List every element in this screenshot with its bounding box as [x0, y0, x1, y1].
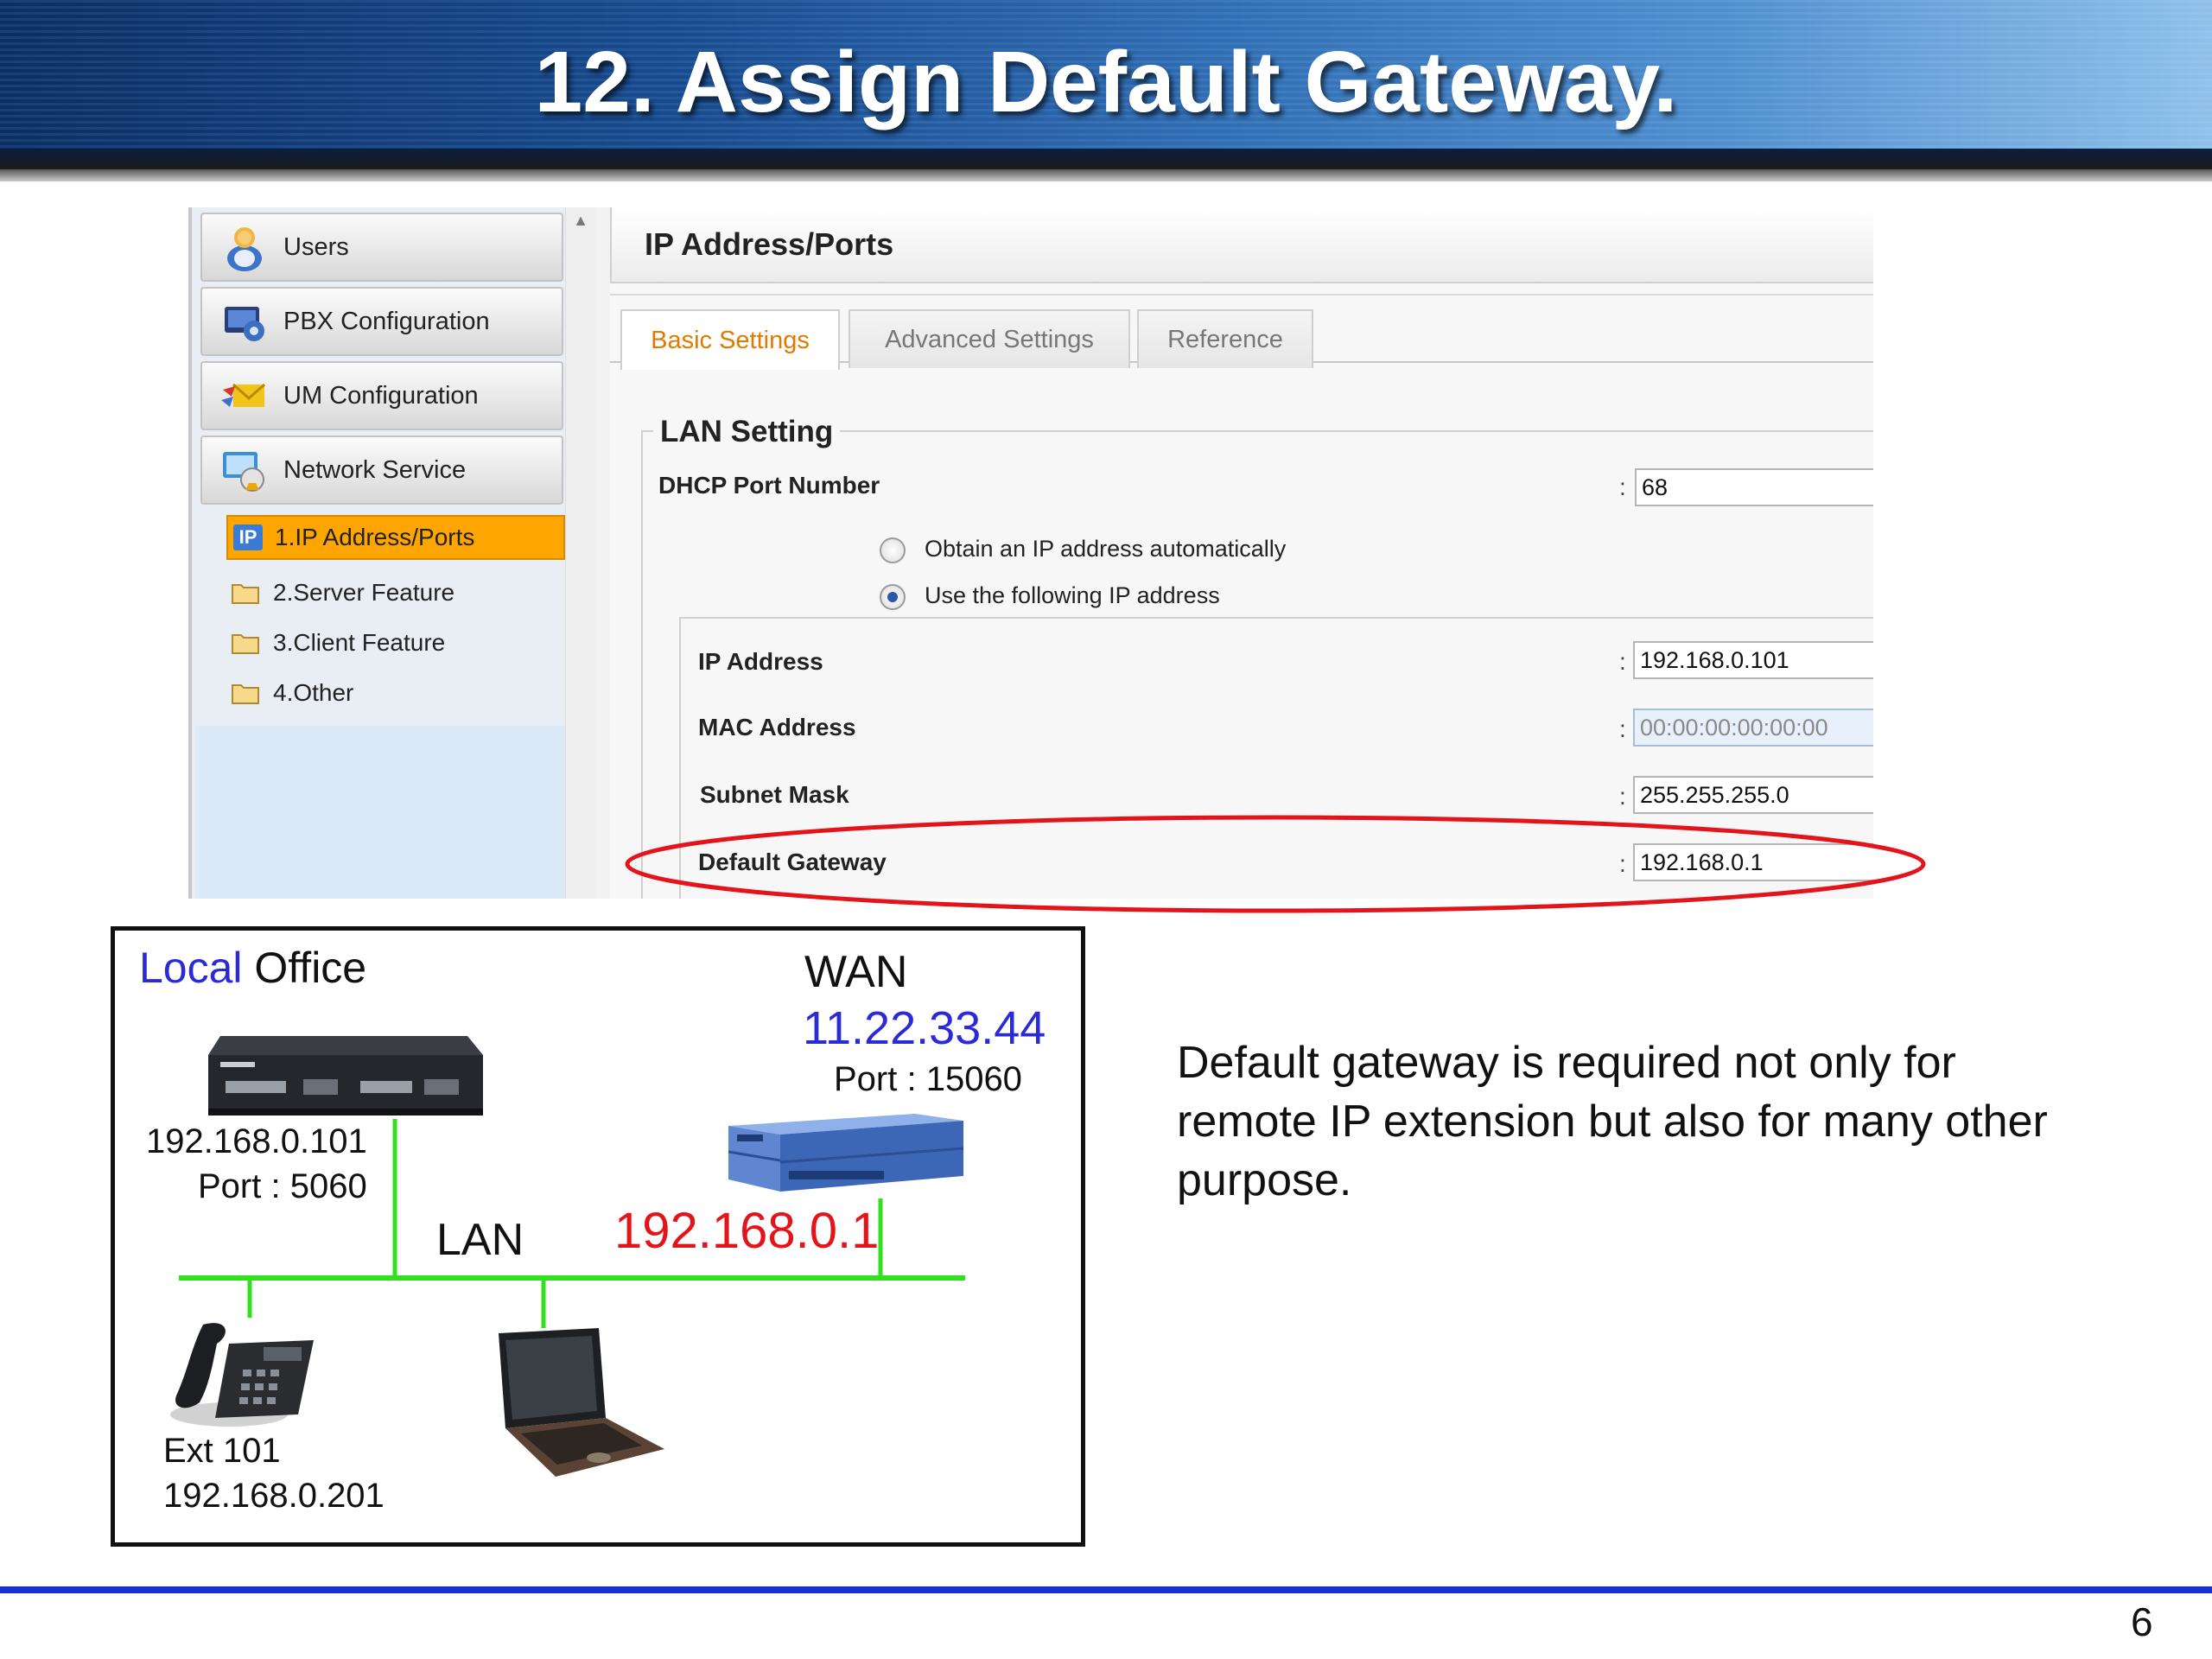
ip-phone-icon [170, 1323, 314, 1427]
slide-title: 12. Assign Default Gateway. [534, 34, 1678, 130]
nav-label: Network Service [283, 455, 467, 484]
subnet-mask-input[interactable]: 255.255.255.0 [1633, 776, 1873, 814]
extension-ip: 192.168.0.201 [163, 1477, 385, 1515]
diagram-title-local: Local [139, 944, 243, 992]
sidebar-empty-area [195, 726, 565, 899]
obtain-ip-automatically-radio[interactable] [880, 537, 906, 563]
banner-divider-shadow [0, 169, 2212, 181]
pbx-device-icon [208, 1036, 483, 1116]
scroll-up-arrow-icon[interactable]: ▲ [566, 207, 595, 233]
sidebar-item-label: 4.Other [273, 679, 354, 706]
sidebar-item-label: 3.Client Feature [273, 629, 446, 656]
mac-address-input: 00:00:00:00:00:00 [1633, 709, 1873, 747]
app-window: Users PBX Configuration UM Configuration [188, 207, 1873, 899]
sidebar-item-other[interactable]: 4.Other [226, 671, 565, 715]
sidebar-item-label: 1.IP Address/Ports [275, 524, 475, 550]
colon: : [1619, 474, 1626, 500]
wan-port: Port : 15060 [834, 1060, 1022, 1098]
obtain-ip-automatically-label: Obtain an IP address automatically [925, 536, 1287, 562]
use-following-ip-label: Use the following IP address [925, 582, 1220, 608]
folder-icon [232, 584, 259, 604]
users-icon [227, 227, 262, 271]
nav-label: Users [283, 232, 349, 261]
dhcp-port-input[interactable]: 68 [1635, 468, 1873, 506]
page-heading: IP Address/Ports [645, 226, 894, 262]
colon: : [1619, 783, 1626, 810]
nav-um-configuration-button[interactable]: UM Configuration [200, 361, 563, 430]
folder-icon [232, 634, 259, 654]
footer-rule [0, 1586, 2212, 1593]
highlight-ellipse [625, 815, 1926, 913]
ip-icon: IP [233, 524, 263, 550]
sidebar-item-client-feature[interactable]: 3.Client Feature [226, 620, 565, 665]
sidebar-scrollbar[interactable]: ▲ [565, 207, 595, 899]
nav-pbx-configuration-button[interactable]: PBX Configuration [200, 287, 563, 356]
nav-label: PBX Configuration [283, 307, 490, 335]
banner-divider [0, 149, 2212, 169]
subnet-mask-label: Subnet Mask [700, 781, 849, 808]
page-number: 6 [2131, 1599, 2153, 1644]
pbx-config-icon [225, 307, 264, 341]
colon: : [1619, 715, 1626, 742]
pbx-port: Port : 5060 [198, 1167, 367, 1205]
wan-ip: 11.22.33.44 [803, 1002, 1046, 1054]
wan-label: WAN [804, 947, 908, 997]
explanation-text: Default gateway is required not only for… [1177, 1038, 2048, 1205]
pbx-ip: 192.168.0.101 [146, 1122, 367, 1160]
diagram-title: Local Office [139, 943, 366, 993]
sidebar-item-server-feature[interactable]: 2.Server Feature [226, 570, 565, 615]
tab-reference[interactable]: Reference [1137, 309, 1313, 368]
router-icon [728, 1114, 964, 1192]
nav-label: UM Configuration [283, 381, 479, 410]
ip-address-input[interactable]: 192.168.0.101 [1633, 641, 1873, 679]
laptop-icon [499, 1328, 664, 1477]
mac-address-label: MAC Address [698, 714, 856, 741]
network-service-icon [223, 452, 264, 492]
folder-icon [232, 684, 259, 704]
lan-label: LAN [436, 1215, 524, 1265]
diagram-title-office: Office [242, 944, 367, 992]
nav-network-service-button[interactable]: Network Service [200, 435, 563, 505]
sidebar: Users PBX Configuration UM Configuration [188, 207, 565, 899]
extension-label: Ext 101 [163, 1432, 281, 1470]
tab-advanced-settings[interactable]: Advanced Settings [849, 309, 1130, 368]
sidebar-item-ip-address-ports[interactable]: IP 1.IP Address/Ports [226, 515, 565, 560]
use-following-ip-radio[interactable] [880, 584, 906, 610]
sidebar-item-label: 2.Server Feature [273, 579, 455, 606]
content-panel: IP Address/Ports Basic Settings Advanced… [610, 207, 1873, 899]
gateway-ip: 192.168.0.1 [614, 1203, 880, 1259]
ip-address-label: IP Address [698, 648, 823, 675]
network-diagram: Local Office WAN 11.22.33.44 Port : 1506… [111, 926, 1085, 1547]
nav-users-button[interactable]: Users [200, 213, 563, 282]
dhcp-port-label: DHCP Port Number [658, 472, 880, 499]
colon: : [1619, 648, 1626, 675]
tab-basic-settings[interactable]: Basic Settings [620, 309, 840, 370]
um-config-icon [221, 383, 265, 407]
lan-setting-heading: LAN Setting [653, 415, 841, 449]
